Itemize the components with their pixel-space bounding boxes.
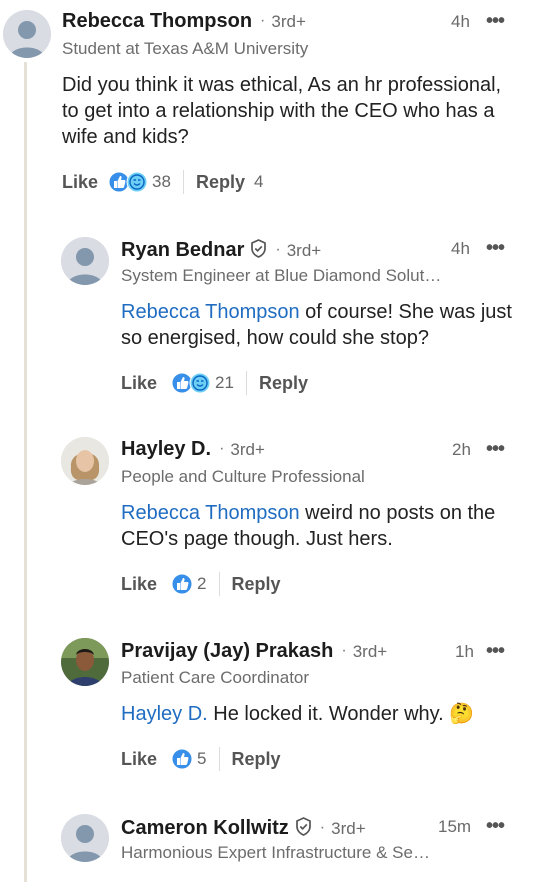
separator-dot: · xyxy=(319,819,326,836)
reaction-icons[interactable] xyxy=(108,171,148,193)
reaction-icons[interactable] xyxy=(171,748,193,770)
divider xyxy=(218,572,220,596)
comment-body: He locked it. Wonder why. 🤔 xyxy=(207,703,475,725)
author-name[interactable]: Hayley D. xyxy=(121,438,211,461)
comment-text: Did you think it was ethical, As an hr p… xyxy=(62,74,502,148)
timestamp: 1h xyxy=(455,642,474,661)
avatar-photo[interactable] xyxy=(61,437,109,485)
author-name[interactable]: Rebecca Thompson xyxy=(62,10,252,33)
author-name[interactable]: Ryan Bednar xyxy=(121,239,244,262)
timestamp: 2h xyxy=(452,440,471,459)
divider xyxy=(182,170,184,194)
like-icon xyxy=(171,748,193,770)
connection-degree: 3rd+ xyxy=(230,440,265,459)
like-icon xyxy=(171,573,193,595)
author-headline: System Engineer at Blue Diamond Solut… xyxy=(121,266,442,285)
author-name[interactable]: Cameron Kollwitz xyxy=(121,817,289,840)
like-button[interactable]: Like xyxy=(121,373,157,394)
reply-button[interactable]: Reply xyxy=(232,749,281,770)
author-headline: Patient Care Coordinator xyxy=(121,668,310,687)
divider xyxy=(218,747,220,771)
timestamp: 15m xyxy=(438,817,472,836)
author-headline: People and Culture Professional xyxy=(121,467,365,486)
timestamp: 4h xyxy=(451,12,470,31)
comment-text: Rebecca Thompson of course! She was just… xyxy=(121,299,521,351)
divider xyxy=(245,371,247,395)
author-headline: Student at Texas A&M University xyxy=(62,39,309,58)
author-headline: Harmonious Expert Infrastructure & Se… xyxy=(121,843,430,862)
reply-button[interactable]: Reply xyxy=(232,574,281,595)
comment-text: Rebecca Thompson weird no posts on the C… xyxy=(121,500,521,552)
avatar-placeholder[interactable] xyxy=(61,814,109,862)
reply-button[interactable]: Reply xyxy=(259,373,308,394)
reaction-icons[interactable] xyxy=(171,573,193,595)
connection-degree: 3rd+ xyxy=(331,819,366,838)
separator-dot: · xyxy=(219,440,225,457)
separator-dot: · xyxy=(341,642,347,659)
more-options-icon[interactable]: ••• xyxy=(486,237,505,260)
reaction-count[interactable]: 2 xyxy=(197,574,206,594)
support-icon xyxy=(126,171,148,193)
separator-dot: · xyxy=(275,241,281,258)
thread-line xyxy=(24,62,27,882)
timestamp: 4h xyxy=(451,239,470,258)
connection-degree: 3rd+ xyxy=(286,241,322,260)
separator-dot: · xyxy=(260,12,266,29)
reaction-count[interactable]: 5 xyxy=(197,749,206,769)
like-button[interactable]: Like xyxy=(62,172,98,193)
connection-degree: 3rd+ xyxy=(271,12,306,31)
support-icon xyxy=(189,372,211,394)
avatar-placeholder[interactable] xyxy=(61,237,109,285)
reply-button[interactable]: Reply xyxy=(196,172,245,193)
verified-icon xyxy=(295,817,312,841)
more-options-icon[interactable]: ••• xyxy=(486,438,505,461)
mention-link[interactable]: Rebecca Thompson xyxy=(121,502,300,524)
mention-link[interactable]: Hayley D. xyxy=(121,703,208,725)
avatar-placeholder[interactable] xyxy=(3,10,51,58)
more-options-icon[interactable]: ••• xyxy=(486,815,505,838)
mention-link[interactable]: Rebecca Thompson xyxy=(121,301,300,323)
reaction-count[interactable]: 21 xyxy=(215,373,234,393)
author-name[interactable]: Pravijay (Jay) Prakash xyxy=(121,640,333,663)
more-options-icon[interactable]: ••• xyxy=(486,10,505,33)
reply-count: 4 xyxy=(253,172,264,191)
like-button[interactable]: Like xyxy=(121,574,157,595)
connection-degree: 3rd+ xyxy=(352,642,388,661)
comment-text: Hayley D. He locked it. Wonder why. 🤔 xyxy=(121,701,521,727)
reaction-icons[interactable] xyxy=(171,372,211,394)
like-button[interactable]: Like xyxy=(121,749,157,770)
reaction-count[interactable]: 38 xyxy=(152,172,171,192)
verified-icon xyxy=(250,239,267,263)
more-options-icon[interactable]: ••• xyxy=(486,640,505,663)
avatar-photo[interactable] xyxy=(61,638,109,686)
